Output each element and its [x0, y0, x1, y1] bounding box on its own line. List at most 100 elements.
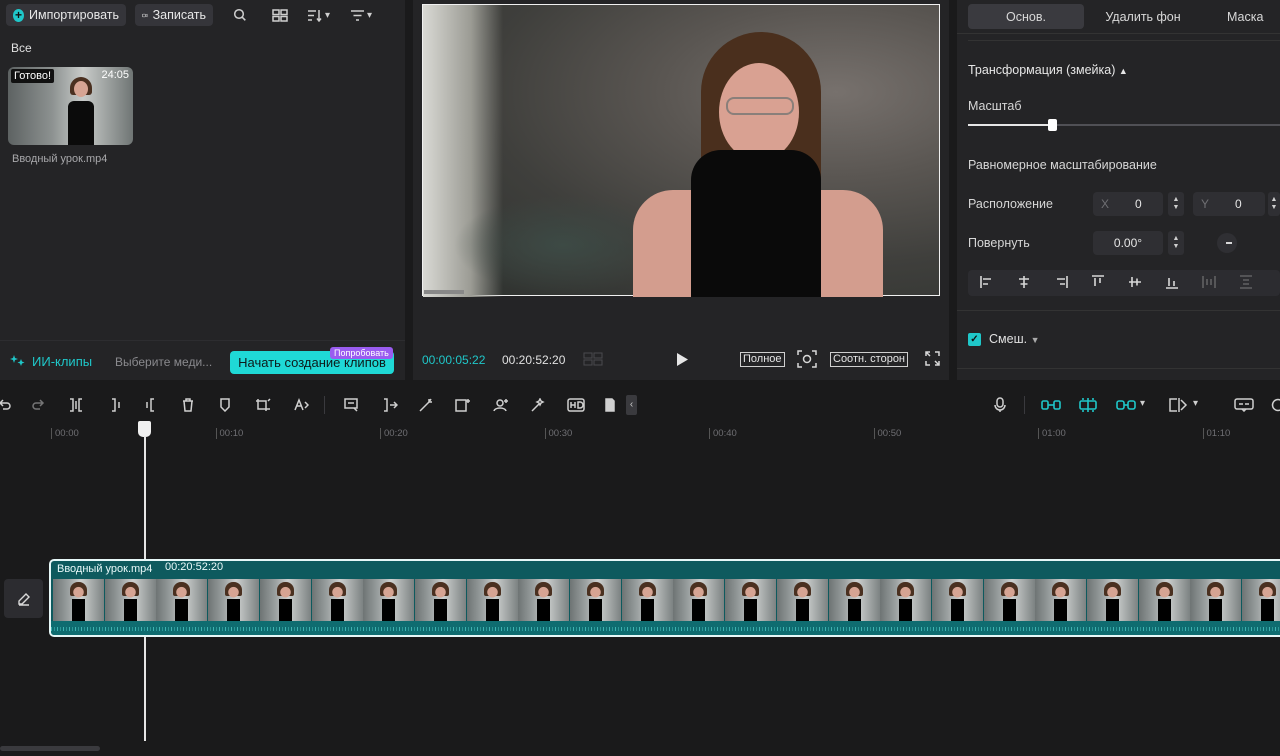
chevron-left-icon: ‹ [629, 399, 634, 410]
search-button[interactable] [233, 6, 247, 24]
rotate-field[interactable]: 0.00° [1093, 231, 1163, 255]
align-top-button[interactable] [1079, 270, 1116, 294]
view-grid-button[interactable] [272, 6, 288, 24]
distribute-horizontal-button[interactable] [1190, 270, 1227, 294]
clip-frame-thumbnail [1138, 579, 1190, 621]
ai-cutout-button[interactable] [453, 396, 473, 414]
freeze-frame-button[interactable] [342, 396, 362, 414]
chevron-down-icon: ▼ [1172, 204, 1180, 211]
ai-avatar-button[interactable] [491, 396, 511, 414]
undo-button[interactable] [0, 396, 14, 414]
scale-slider[interactable] [968, 119, 1280, 131]
import-button[interactable]: + Импортировать [6, 4, 126, 26]
align-right-button[interactable] [1042, 270, 1079, 294]
play-icon[interactable] [675, 352, 689, 367]
blend-checkbox[interactable]: ✓ [968, 333, 981, 346]
collapse-toolbar-button[interactable]: ‹ [626, 395, 637, 415]
person-dress [691, 150, 821, 297]
video-canvas[interactable] [422, 4, 940, 297]
redo-icon [32, 399, 45, 410]
alignment-bar [968, 270, 1280, 296]
split-right-button[interactable] [141, 396, 161, 414]
align-center-v-button[interactable] [1116, 270, 1153, 294]
tab-mask[interactable]: Маска [1227, 4, 1280, 29]
fit-screen-icon[interactable] [797, 350, 817, 368]
crop-button[interactable] [253, 396, 273, 414]
track-cover-button[interactable] [4, 579, 43, 618]
full-quality-button[interactable]: Полное [740, 352, 785, 367]
audio-waveform [51, 621, 1280, 635]
auto-caption-button[interactable] [291, 396, 311, 414]
position-x-field[interactable]: X 0 [1093, 192, 1163, 216]
position-label: Расположение [968, 197, 1053, 211]
frame-person [950, 585, 964, 621]
ruler-tick: 00:20 [380, 428, 408, 439]
linkage-button[interactable] [1115, 396, 1137, 414]
select-media-field[interactable]: Выберите меди... [115, 355, 212, 369]
search-icon [233, 8, 246, 21]
frame-person [640, 585, 654, 621]
video-clip[interactable]: Вводный урок.mp4 00:20:52:20 [49, 559, 1280, 637]
zoom-button[interactable] [1268, 396, 1280, 414]
plus-circle-icon: + [13, 7, 24, 22]
timeline-ruler[interactable]: 00:00 00:10 00:20 00:30 00:40 00:50 01:00 01:10 [0, 422, 1280, 444]
chain-link-icon [1116, 400, 1136, 410]
transform-title-label: Трансформация (змейка) [968, 63, 1116, 77]
tab-remove-background[interactable]: Удалить фон [1093, 4, 1193, 29]
split-button[interactable] [66, 396, 86, 414]
filter-button[interactable]: ▾ [350, 6, 372, 24]
shield-marker-icon [220, 398, 230, 412]
more-tools-button[interactable] [600, 396, 620, 414]
delete-button[interactable] [178, 396, 198, 414]
marker-button[interactable] [215, 396, 235, 414]
rotate-stepper[interactable]: ▲ ▼ [1168, 231, 1184, 255]
split-left-button[interactable] [105, 396, 125, 414]
chevron-down-icon: ▾ [367, 9, 373, 21]
playhead-handle[interactable] [138, 421, 151, 437]
main-track-magnet-button[interactable] [1040, 396, 1062, 414]
position-y-stepper[interactable]: ▲ ▼ [1268, 192, 1280, 216]
magic-wand-button[interactable] [416, 396, 436, 414]
extract-audio-button[interactable] [380, 396, 400, 414]
media-duration: 24:05 [101, 69, 129, 81]
blend-toggle[interactable]: Смеш. ▼ [989, 332, 1039, 346]
fullscreen-icon[interactable] [925, 351, 940, 366]
media-thumbnail[interactable]: Готово! 24:05 [8, 67, 133, 145]
try-badge: Попробовать [330, 347, 393, 359]
caption-settings-button[interactable] [1233, 396, 1255, 414]
frame-person [1157, 585, 1171, 621]
position-y-field[interactable]: Y 0 [1193, 192, 1265, 216]
horizontal-scrollbar[interactable] [0, 746, 100, 751]
align-left-button[interactable] [968, 270, 1005, 294]
clip-frame-thumbnail [414, 579, 466, 621]
distribute-vertical-button[interactable] [1227, 270, 1264, 294]
enhance-button[interactable] [528, 396, 548, 414]
grid-layout-icon[interactable] [583, 352, 603, 366]
position-x-stepper[interactable]: ▲ ▼ [1168, 192, 1184, 216]
align-center-h-button[interactable] [1005, 270, 1042, 294]
redo-button[interactable] [29, 396, 49, 414]
preview-axis-button[interactable] [1167, 396, 1189, 414]
microphone-icon [994, 397, 1006, 412]
aspect-ratio-button[interactable]: Соотн. сторон [830, 352, 909, 367]
rotation-dial[interactable] [1217, 233, 1237, 253]
tab-basic[interactable]: Основ. [968, 4, 1084, 29]
record-button[interactable]: Записать [135, 4, 213, 26]
uniform-scale-label: Равномерное масштабирование [968, 158, 1157, 172]
sort-button[interactable]: ▾ [307, 6, 330, 24]
ai-clips-label[interactable]: ИИ-клипы [32, 354, 92, 369]
auto-snap-button[interactable] [1077, 396, 1099, 414]
hd-button[interactable] [566, 396, 586, 414]
chevron-down-icon[interactable]: ▾ [1193, 398, 1198, 409]
ruler-tick: 00:10 [215, 428, 243, 439]
transform-section-title[interactable]: Трансформация (змейка) ▲ [968, 63, 1128, 77]
microphone-button[interactable] [990, 396, 1010, 414]
chevron-down-icon[interactable]: ▾ [1140, 398, 1145, 409]
text-recognition-icon [294, 398, 309, 411]
align-center-horizontal-icon [1018, 276, 1029, 288]
frame-person [692, 585, 706, 621]
align-bottom-button[interactable] [1153, 270, 1190, 294]
x-value: 0 [1135, 197, 1142, 211]
scale-slider-thumb[interactable] [1048, 119, 1057, 131]
y-axis-label: Y [1201, 197, 1210, 211]
